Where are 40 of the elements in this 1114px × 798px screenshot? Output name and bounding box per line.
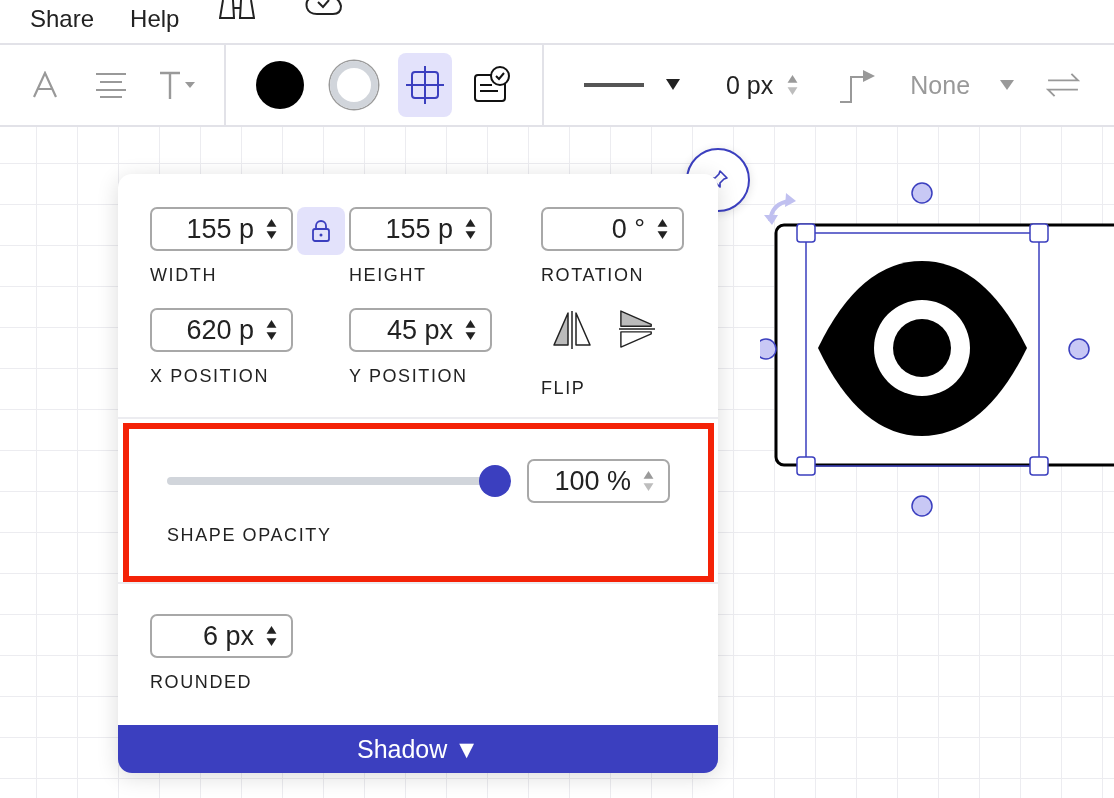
- arrange-tool-button[interactable]: [398, 53, 452, 117]
- number-field[interactable]: 620 p: [150, 308, 293, 352]
- stepper-icon[interactable]: [465, 218, 476, 240]
- number-field[interactable]: 100 %: [527, 459, 670, 503]
- field-label: ROUNDED: [150, 672, 254, 693]
- number-field[interactable]: 45 px: [349, 308, 492, 352]
- stepper-icon[interactable]: [465, 319, 476, 341]
- stepper-icon[interactable]: [266, 319, 277, 341]
- field-label: WIDTH: [150, 265, 218, 286]
- field-label: ROTATION: [541, 265, 646, 286]
- shadow-button[interactable]: Shadow ▼: [118, 725, 718, 773]
- field-label: SHAPE OPACITY: [167, 525, 333, 546]
- crosshair-frame-icon: [404, 64, 446, 106]
- stepper-icon[interactable]: [266, 625, 277, 647]
- letter-a-icon: [32, 71, 58, 99]
- lock-icon: [311, 220, 331, 242]
- line-swatch-icon: [330, 61, 378, 109]
- caret-icon[interactable]: [1000, 80, 1015, 90]
- binoculars-icon[interactable]: [219, 0, 256, 20]
- field-label: Y POSITION: [349, 366, 469, 387]
- align-center-icon: [95, 72, 127, 98]
- stepper-icon[interactable]: [657, 218, 668, 240]
- text-size-icon: [158, 70, 198, 100]
- menu-item[interactable]: Share: [30, 4, 95, 34]
- cloud-check-icon[interactable]: [303, 0, 344, 18]
- number-field[interactable]: 0 °: [541, 207, 684, 251]
- line-width-field[interactable]: 0 px: [726, 70, 799, 100]
- field-label: X POSITION: [150, 366, 271, 387]
- form-check-icon: [472, 65, 512, 105]
- aspect-lock-button[interactable]: [297, 207, 345, 255]
- number-field[interactable]: 155 p: [150, 207, 293, 251]
- menu-item[interactable]: Help: [130, 4, 180, 34]
- field-label: HEIGHT: [349, 265, 428, 286]
- fill-swatch-icon: [256, 61, 304, 109]
- field-label: FLIP: [541, 378, 587, 399]
- number-field[interactable]: 6 px: [150, 614, 293, 658]
- flip-vertical-icon[interactable]: [619, 309, 655, 351]
- number-field[interactable]: 155 p: [349, 207, 492, 251]
- slider-thumb[interactable]: [479, 465, 511, 497]
- stepper-icon[interactable]: [266, 218, 277, 240]
